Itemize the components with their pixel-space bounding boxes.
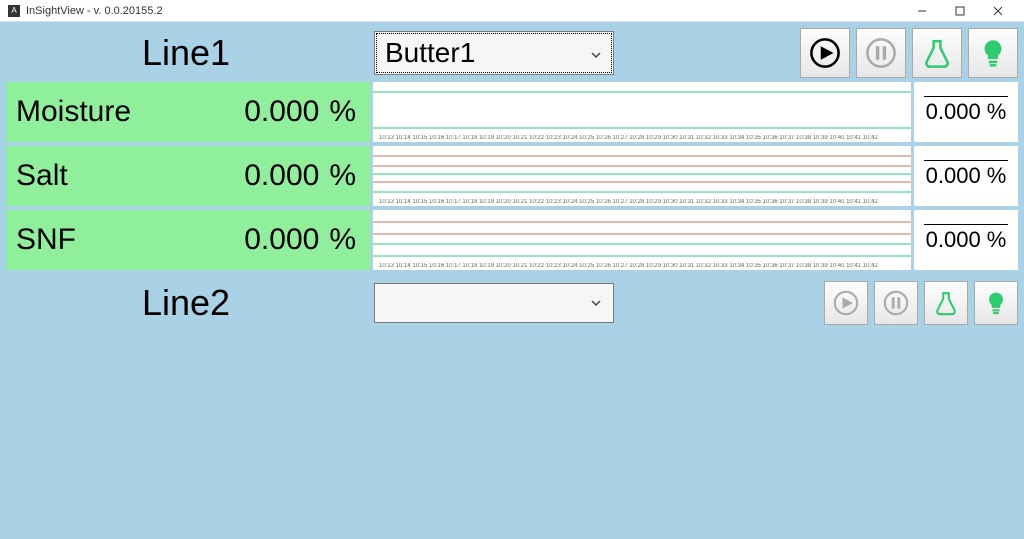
value-unit: % bbox=[329, 223, 356, 257]
param-row-snf: SNF 0.000 % 10:13 10:14 10:15 10:16 10:1… bbox=[6, 210, 1018, 270]
param-right-value: 0.000 % bbox=[914, 210, 1018, 270]
param-label: Moisture bbox=[6, 82, 170, 142]
line2-play-button[interactable] bbox=[824, 281, 868, 325]
chart-axis-times: 10:13 10:14 10:15 10:16 10:17 10:18 10:1… bbox=[379, 263, 909, 269]
value-unit: % bbox=[329, 95, 356, 129]
line1-controls bbox=[800, 28, 1018, 78]
app-icon: A bbox=[8, 5, 20, 17]
value-unit: % bbox=[329, 159, 356, 193]
line1-product-dropdown[interactable]: Butter1 bbox=[374, 31, 614, 75]
chevron-down-icon bbox=[589, 37, 603, 69]
param-value: 0.000 % bbox=[170, 210, 370, 270]
line2-title: Line2 bbox=[6, 282, 366, 324]
line1-pause-button[interactable] bbox=[856, 28, 906, 78]
value-number: 0.000 bbox=[244, 95, 319, 129]
param-label: Salt bbox=[6, 146, 170, 206]
line1-title: Line1 bbox=[6, 32, 366, 74]
line2-controls bbox=[824, 281, 1018, 325]
window-titlebar: A InSightView - v. 0.0.20155.2 bbox=[0, 0, 1024, 22]
param-right-value: 0.000 % bbox=[914, 146, 1018, 206]
param-right-value: 0.000 % bbox=[914, 82, 1018, 142]
line2-header: Line2 bbox=[6, 276, 1018, 330]
param-label: SNF bbox=[6, 210, 170, 270]
line1-play-button[interactable] bbox=[800, 28, 850, 78]
param-row-moisture: Moisture 0.000 % 10:13 10:14 10:15 10:16… bbox=[6, 82, 1018, 142]
line2-bulb-button[interactable] bbox=[974, 281, 1018, 325]
param-row-salt: Salt 0.000 % 10:13 10:14 10:15 10:16 10:… bbox=[6, 146, 1018, 206]
line1-lab-button[interactable] bbox=[912, 28, 962, 78]
line1-product-value: Butter1 bbox=[385, 37, 475, 69]
chart-moisture: 10:13 10:14 10:15 10:16 10:17 10:18 10:1… bbox=[372, 82, 912, 142]
param-value: 0.000 % bbox=[170, 82, 370, 142]
chart-axis-times: 10:13 10:14 10:15 10:16 10:17 10:18 10:1… bbox=[379, 135, 909, 141]
line2-lab-button[interactable] bbox=[924, 281, 968, 325]
window-title: InSightView - v. 0.0.20155.2 bbox=[26, 5, 163, 17]
line2-product-dropdown[interactable] bbox=[374, 283, 614, 323]
line1-header: Line1 Butter1 bbox=[6, 26, 1018, 80]
chart-axis-times: 10:13 10:14 10:15 10:16 10:17 10:18 10:1… bbox=[379, 199, 909, 205]
line1-bulb-button[interactable] bbox=[968, 28, 1018, 78]
value-number: 0.000 bbox=[244, 159, 319, 193]
chevron-down-icon bbox=[589, 290, 603, 316]
chart-snf: 10:13 10:14 10:15 10:16 10:17 10:18 10:1… bbox=[372, 210, 912, 270]
app-body: Line1 Butter1 Moisture 0.000 bbox=[0, 22, 1024, 539]
param-value: 0.000 % bbox=[170, 146, 370, 206]
window-minimize-button[interactable] bbox=[904, 0, 940, 22]
line2-pause-button[interactable] bbox=[874, 281, 918, 325]
window-close-button[interactable] bbox=[980, 0, 1016, 22]
value-number: 0.000 bbox=[244, 223, 319, 257]
window-maximize-button[interactable] bbox=[942, 0, 978, 22]
chart-salt: 10:13 10:14 10:15 10:16 10:17 10:18 10:1… bbox=[372, 146, 912, 206]
